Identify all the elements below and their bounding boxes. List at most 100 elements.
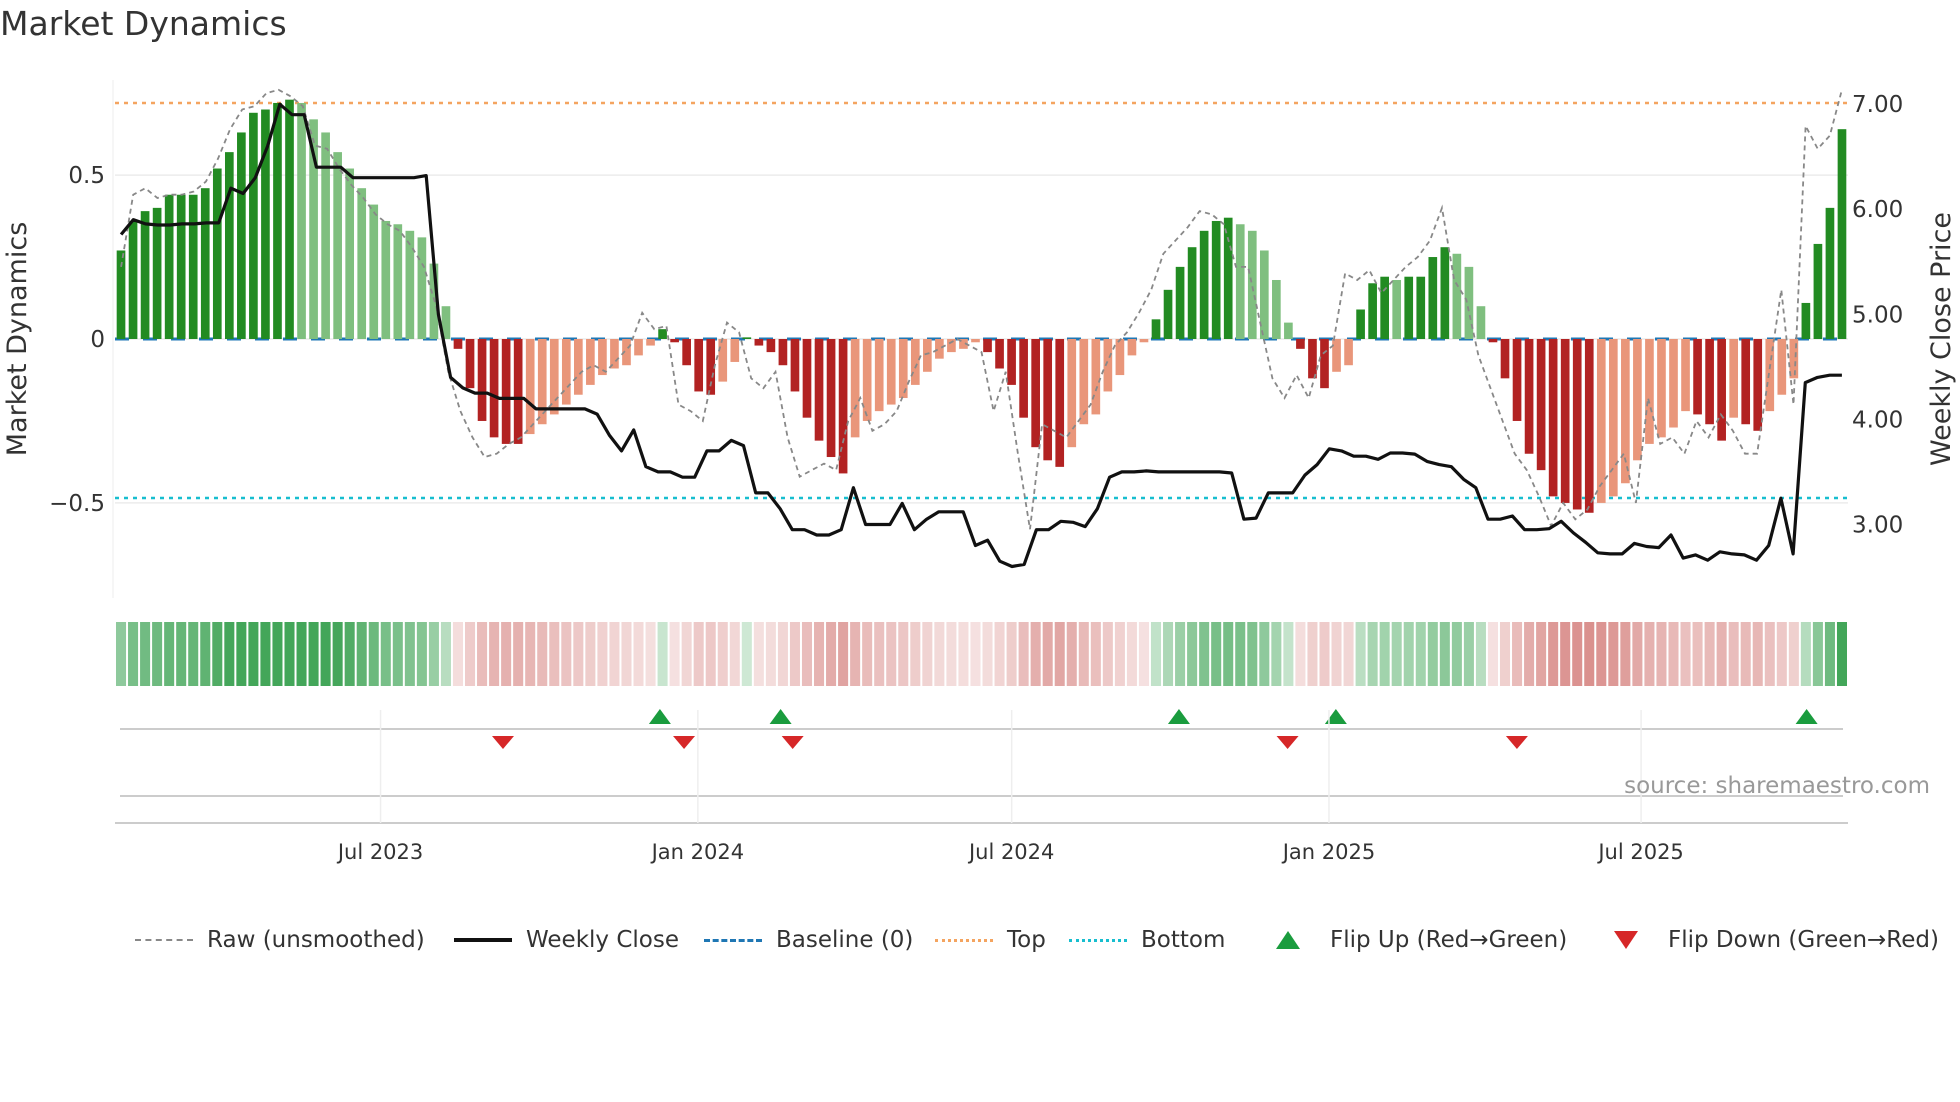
momentum-bar [935,339,944,359]
heat-strip-cell [801,622,813,686]
heat-strip-cell [525,622,536,686]
heat-strip-cell [1752,622,1763,686]
heat-strip-cell [1102,622,1113,686]
momentum-bar [995,339,1004,369]
momentum-bar [1524,339,1534,454]
heat-strip-cell [1656,622,1667,686]
heat-strip-cell [296,622,307,686]
heat-strip-cell [1704,622,1715,686]
momentum-bar [1187,247,1197,339]
momentum-bar [658,329,667,339]
heat-strip-cell [1307,622,1318,686]
y2-tick-label: 4.00 [1852,407,1903,433]
momentum-bar [694,339,704,392]
heat-strip-cell [1042,622,1053,686]
x-tick-label: Jul 2025 [1596,840,1683,864]
heat-strip-cell [248,622,259,686]
momentum-bar [1753,339,1763,431]
momentum-bar [1007,339,1016,385]
legend-item-close: Weekly Close [454,922,679,958]
momentum-bar [646,339,655,346]
momentum-bar [1476,306,1486,339]
heat-strip-cell [585,622,596,686]
heat-strip-cell [693,622,704,686]
legend-item-flip-down: Flip Down (Green→Red) [1600,922,1939,958]
momentum-bar [176,194,186,339]
heat-strip-cell [561,622,572,686]
legend-swatch [454,938,512,942]
momentum-bar [862,339,872,421]
momentum-bar [1320,339,1329,389]
momentum-bar [1837,129,1847,339]
heat-strip-cell [404,622,415,686]
heat-strip-cell [1235,622,1246,686]
momentum-bar [790,339,800,392]
heat-strip-cell [573,622,584,686]
heat-strip-cell [1680,622,1691,686]
momentum-bar [766,339,776,353]
heat-strip-cell [1560,622,1571,686]
momentum-bar [850,339,860,438]
heat-strip-cell [224,622,235,686]
heat-strip-cell [741,622,752,686]
heat-strip-cell [946,622,957,686]
heat-strip-cell [886,622,897,686]
momentum-bar [1404,276,1414,339]
heat-strip-cell [717,622,728,686]
heat-strip-cell [128,622,139,686]
heat-strip-cell [609,622,620,686]
heat-strip-cell [1018,622,1029,686]
heat-strip-cell [1584,622,1595,686]
heat-strip-cell [260,622,271,686]
momentum-bar [1452,253,1462,339]
heat-strip-cell [1319,622,1330,686]
heat-strip-cell [982,622,993,686]
heat-strip [116,622,1847,686]
momentum-bar [1115,339,1125,376]
momentum-bar [212,168,222,339]
legend-swatch [935,938,993,942]
heat-strip-cell [200,622,211,686]
heat-strip-cell [1427,622,1438,686]
momentum-bar [1717,339,1726,441]
heat-strip-cell [898,622,909,686]
heat-strip-cell [344,622,355,686]
momentum-bar [1151,319,1161,339]
flip-down-marker [491,736,514,749]
momentum-bar [1584,339,1594,513]
heat-strip-cell [272,622,283,686]
heat-strip-cell [633,622,644,686]
heat-strip-cell [1692,622,1703,686]
heat-strip-cell [1548,622,1559,686]
heat-strip-cell [1776,622,1787,686]
heat-strip-cell [922,622,933,686]
momentum-bar [947,339,956,353]
heat-strip-cell [1536,622,1547,686]
heat-strip-cell [140,622,151,686]
legend-swatch [1069,938,1127,942]
momentum-bar [1669,339,1678,428]
momentum-bar [1127,339,1137,356]
momentum-bar [453,339,463,349]
heat-strip-cell [152,622,163,686]
heat-strip-cell [1150,622,1162,686]
momentum-bar [1488,339,1498,343]
momentum-bar [1813,243,1823,339]
legend-label: Top [1007,927,1046,953]
heat-strip-cell [1126,622,1137,686]
heat-strip-cell [1800,622,1811,686]
heat-strip-cell [1247,622,1258,686]
heat-strip-cell [1199,622,1210,686]
flip-up-marker [1795,709,1818,724]
momentum-bar [249,112,258,339]
flip-markers [115,709,1848,824]
legend-swatch [704,938,762,942]
heat-strip-cell [116,622,127,686]
flip-down-marker [673,736,696,749]
momentum-bar [381,220,391,339]
heat-strip-cell [452,622,464,686]
momentum-bar [1657,339,1666,438]
raw-line [120,88,1843,530]
heat-strip-cell [1030,622,1041,686]
legend-item-baseline: Baseline (0) [704,922,913,958]
